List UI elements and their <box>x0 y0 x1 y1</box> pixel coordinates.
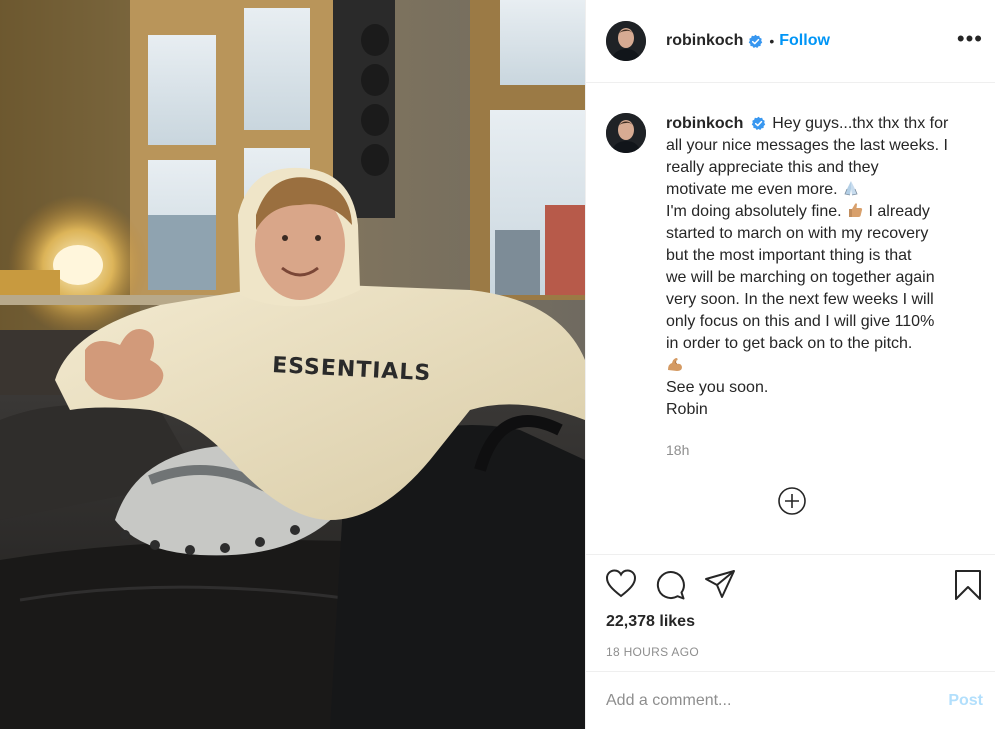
post-photo[interactable]: ESSENTIALS <box>0 0 585 729</box>
heart-icon[interactable] <box>606 569 636 599</box>
caption-body: robinkoch Hey guys...thx thx thx for all… <box>666 113 966 461</box>
post-viewer: ESSENTIALS robinkoch • Follow ••• robink… <box>0 0 995 729</box>
caption-username[interactable]: robinkoch <box>666 115 743 132</box>
action-row <box>606 569 986 603</box>
comment-input[interactable] <box>606 690 926 712</box>
caption-text: I'm doing absolutely fine. <box>666 203 842 220</box>
caption-line: I'm doing absolutely fine. I already <box>666 201 966 223</box>
caption-line: robinkoch Hey guys...thx thx thx for <box>666 113 966 135</box>
more-options-icon[interactable]: ••• <box>957 28 983 50</box>
follow-button[interactable]: Follow <box>779 32 830 50</box>
caption-timestamp[interactable]: 18h <box>666 439 966 461</box>
header-username[interactable]: robinkoch <box>666 32 743 50</box>
caption-line: very soon. In the next few weeks I will <box>666 291 934 308</box>
caption-line: started to march on with my recovery <box>666 225 929 242</box>
post-comment-button[interactable]: Post <box>948 692 983 710</box>
caption-line: motivate me even more. <box>666 179 966 201</box>
caption-text: I already <box>868 203 930 220</box>
flexed-biceps-emoji <box>668 358 682 371</box>
post-actions: 22,378 likes 18 HOURS AGO <box>586 554 995 672</box>
verified-badge-icon <box>751 117 766 131</box>
caption-line: but the most important thing is that <box>666 247 912 264</box>
add-circle-icon[interactable] <box>778 487 806 515</box>
caption-line: really appreciate this and they <box>666 159 879 176</box>
caption-avatar[interactable] <box>606 113 646 153</box>
caption-line: Robin <box>666 401 708 418</box>
post-header: robinkoch • Follow ••• <box>586 0 995 83</box>
caption-line: we will be marching on together again <box>666 269 935 286</box>
avatar[interactable] <box>606 21 646 61</box>
post-details-panel: robinkoch • Follow ••• robinkoch Hey guy… <box>585 0 995 729</box>
folded-hands-emoji <box>844 181 858 196</box>
likes-count[interactable]: 22,378 likes <box>606 613 695 631</box>
caption-line <box>666 355 966 377</box>
caption-line: only focus on this and I will give 110% <box>666 313 935 330</box>
caption-line: See you soon. <box>666 379 769 396</box>
thumbs-up-emoji <box>849 203 863 217</box>
post-caption: robinkoch Hey guys...thx thx thx for all… <box>586 83 995 461</box>
caption-text: Hey guys...thx thx thx for <box>772 115 949 132</box>
post-timestamp[interactable]: 18 HOURS AGO <box>606 645 699 659</box>
caption-line: all your nice messages the last weeks. I <box>666 137 948 154</box>
comment-icon[interactable] <box>654 569 686 601</box>
caption-line: in order to get back on to the pitch. <box>666 335 913 352</box>
separator-dot: • <box>769 33 775 49</box>
bookmark-icon[interactable] <box>954 569 982 601</box>
caption-text: motivate me even more. <box>666 181 838 198</box>
verified-badge-icon <box>749 34 763 48</box>
share-icon[interactable] <box>704 569 736 601</box>
comment-form: Post <box>586 671 995 729</box>
